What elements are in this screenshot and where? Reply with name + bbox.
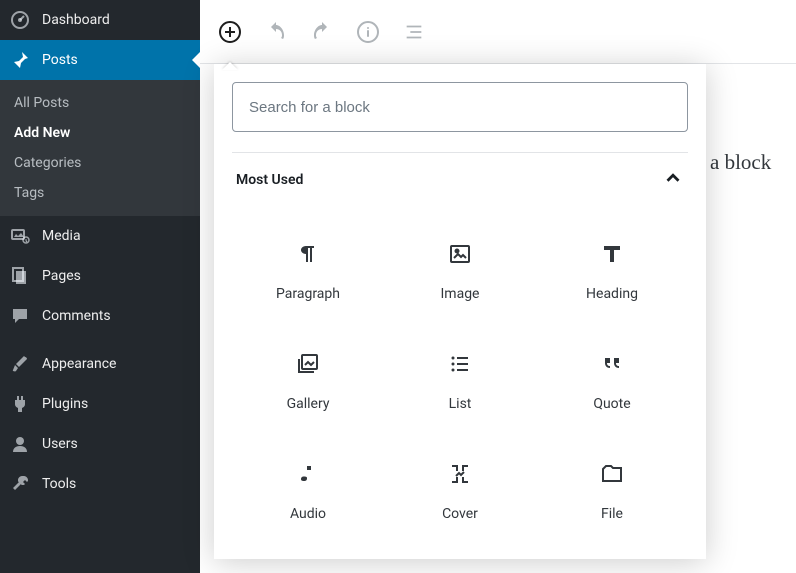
section-toggle-most-used[interactable]: Most Used xyxy=(232,152,688,207)
block-label: Paragraph xyxy=(276,286,340,302)
sidebar-item-label: Pages xyxy=(42,268,81,284)
sidebar-item-label: Posts xyxy=(42,52,78,68)
block-inserter-popover: Most Used Paragraph Image xyxy=(214,64,706,559)
block-paragraph[interactable]: Paragraph xyxy=(232,217,384,327)
sidebar-item-label: Media xyxy=(42,228,81,244)
image-icon xyxy=(448,242,472,266)
user-icon xyxy=(10,434,30,454)
block-label: File xyxy=(601,506,623,522)
paragraph-icon xyxy=(296,242,320,266)
sidebar-item-label: Appearance xyxy=(42,356,116,372)
sidebar-sub-tags[interactable]: Tags xyxy=(0,178,200,208)
sidebar-item-label: Plugins xyxy=(42,396,88,412)
block-cover[interactable]: Cover xyxy=(384,437,536,547)
editor-toolbar xyxy=(200,0,796,64)
pin-icon xyxy=(10,50,30,70)
heading-icon xyxy=(600,242,624,266)
brush-icon xyxy=(10,354,30,374)
block-quote[interactable]: Quote xyxy=(536,327,688,437)
undo-button[interactable] xyxy=(264,20,288,44)
sidebar-sub-categories[interactable]: Categories xyxy=(0,148,200,178)
sidebar-submenu-posts: All Posts Add New Categories Tags xyxy=(0,80,200,216)
gallery-icon xyxy=(296,352,320,376)
info-button[interactable] xyxy=(356,20,380,44)
sidebar-item-tools[interactable]: Tools xyxy=(0,464,200,504)
plugin-icon xyxy=(10,394,30,414)
sidebar-item-label: Dashboard xyxy=(42,12,110,28)
sidebar-item-media[interactable]: Media xyxy=(0,216,200,256)
add-block-button[interactable] xyxy=(218,20,242,44)
block-audio[interactable]: Audio xyxy=(232,437,384,547)
sidebar-sub-add-new[interactable]: Add New xyxy=(0,118,200,148)
file-icon xyxy=(600,462,624,486)
block-gallery[interactable]: Gallery xyxy=(232,327,384,437)
chevron-up-icon xyxy=(662,167,684,193)
sidebar-item-comments[interactable]: Comments xyxy=(0,296,200,336)
block-label: Heading xyxy=(586,286,638,302)
block-label: Quote xyxy=(593,396,630,412)
editor-placeholder-fragment: a block xyxy=(710,150,771,175)
search-input[interactable] xyxy=(232,82,688,132)
block-file[interactable]: File xyxy=(536,437,688,547)
block-image[interactable]: Image xyxy=(384,217,536,327)
sidebar-item-label: Tools xyxy=(42,476,76,492)
sidebar-item-label: Users xyxy=(42,436,78,452)
sidebar-item-posts[interactable]: Posts xyxy=(0,40,200,80)
block-label: Audio xyxy=(290,506,326,522)
sidebar-item-pages[interactable]: Pages xyxy=(0,256,200,296)
block-grid: Paragraph Image Heading Gallery xyxy=(232,217,688,547)
block-heading[interactable]: Heading xyxy=(536,217,688,327)
search-wrapper xyxy=(232,82,688,132)
quote-icon xyxy=(600,352,624,376)
outline-button[interactable] xyxy=(402,20,426,44)
audio-icon xyxy=(296,462,320,486)
section-title: Most Used xyxy=(236,172,303,188)
wrench-icon xyxy=(10,474,30,494)
media-icon xyxy=(10,226,30,246)
list-icon xyxy=(448,352,472,376)
sidebar-item-appearance[interactable]: Appearance xyxy=(0,344,200,384)
editor-main: a block Most Used Paragraph Image xyxy=(200,0,796,573)
pages-icon xyxy=(10,266,30,286)
block-list[interactable]: List xyxy=(384,327,536,437)
sidebar-item-plugins[interactable]: Plugins xyxy=(0,384,200,424)
sidebar-item-dashboard[interactable]: Dashboard xyxy=(0,0,200,40)
sidebar-sub-all-posts[interactable]: All Posts xyxy=(0,88,200,118)
sidebar-item-users[interactable]: Users xyxy=(0,424,200,464)
admin-sidebar: Dashboard Posts All Posts Add New Catego… xyxy=(0,0,200,573)
comments-icon xyxy=(10,306,30,326)
sidebar-item-label: Comments xyxy=(42,308,111,324)
cover-icon xyxy=(448,462,472,486)
block-label: List xyxy=(449,396,472,412)
block-label: Image xyxy=(441,286,480,302)
block-label: Gallery xyxy=(287,396,330,412)
redo-button[interactable] xyxy=(310,20,334,44)
dashboard-icon xyxy=(10,10,30,30)
block-label: Cover xyxy=(442,506,478,522)
